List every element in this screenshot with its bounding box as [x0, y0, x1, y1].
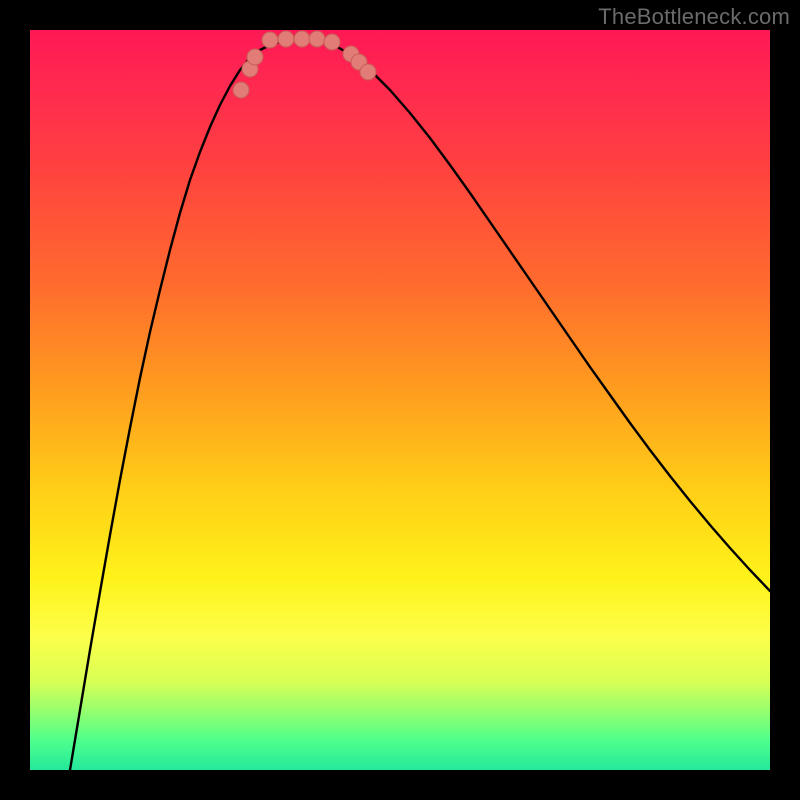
- curve-layer: [30, 30, 770, 770]
- series-left-curve: [70, 40, 290, 770]
- data-marker: [294, 31, 310, 47]
- data-marker: [247, 49, 263, 65]
- data-marker: [360, 64, 376, 80]
- data-marker: [278, 31, 294, 47]
- data-marker: [324, 34, 340, 50]
- plot-area: [30, 30, 770, 770]
- data-marker: [262, 32, 278, 48]
- chart-frame: TheBottleneck.com: [0, 0, 800, 800]
- data-marker: [309, 31, 325, 47]
- series-right-curve: [320, 40, 770, 591]
- watermark-text: TheBottleneck.com: [598, 4, 790, 30]
- data-marker: [233, 82, 249, 98]
